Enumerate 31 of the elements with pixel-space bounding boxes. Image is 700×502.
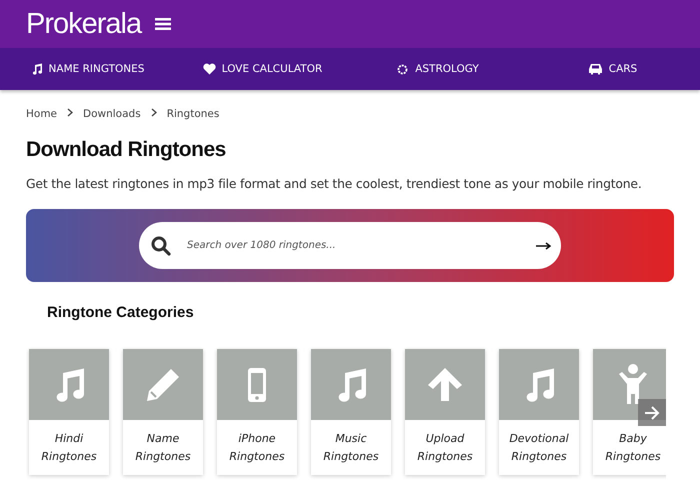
music-note-icon	[30, 63, 43, 75]
category-card[interactable]: Baby Ringtones	[593, 349, 666, 475]
category-card[interactable]: Music Ringtones	[311, 349, 391, 475]
category-card[interactable]: Upload Ringtones	[405, 349, 485, 475]
breadcrumb-link[interactable]: Ringtones	[166, 108, 220, 120]
arrow-up-icon	[426, 366, 464, 404]
category-card[interactable]: Hindi Ringtones	[29, 349, 109, 475]
section-heading: Ringtone Categories	[47, 304, 195, 321]
next-button[interactable]	[638, 399, 666, 426]
category-card[interactable]: Name Ringtones	[123, 349, 203, 475]
pencil-icon	[145, 366, 181, 402]
nav-link[interactable]: CARS	[525, 63, 700, 75]
car-icon	[588, 63, 603, 75]
category-card[interactable]: Devotional Ringtones	[499, 349, 579, 475]
category-card[interactable]: iPhone Ringtones	[217, 349, 297, 475]
breadcrumb-link[interactable]: Downloads	[83, 108, 141, 120]
nav-link[interactable]: ASTROLOGY	[350, 62, 525, 76]
child-figure-icon	[618, 364, 648, 406]
sun-icon	[396, 62, 410, 76]
page-title: Download Ringtones	[26, 138, 227, 162]
logo[interactable]: Prokerala	[26, 10, 142, 38]
page-description: Get the latest ringtones in mp3 file format and set the coolest, trendiest tone as your mobile ringtone.	[26, 176, 643, 191]
menu-icon[interactable]	[155, 17, 172, 31]
phone-icon	[247, 366, 267, 402]
nav-link[interactable]: NAME RINGTONES	[0, 63, 175, 75]
arrow-right-icon	[644, 406, 660, 420]
breadcrumb-link[interactable]: Home	[26, 108, 58, 120]
nav-link[interactable]: LOVE CALCULATOR	[175, 63, 350, 75]
heart-icon	[202, 63, 216, 75]
arrow-right-icon[interactable]	[536, 242, 551, 250]
search-icon	[151, 236, 171, 256]
